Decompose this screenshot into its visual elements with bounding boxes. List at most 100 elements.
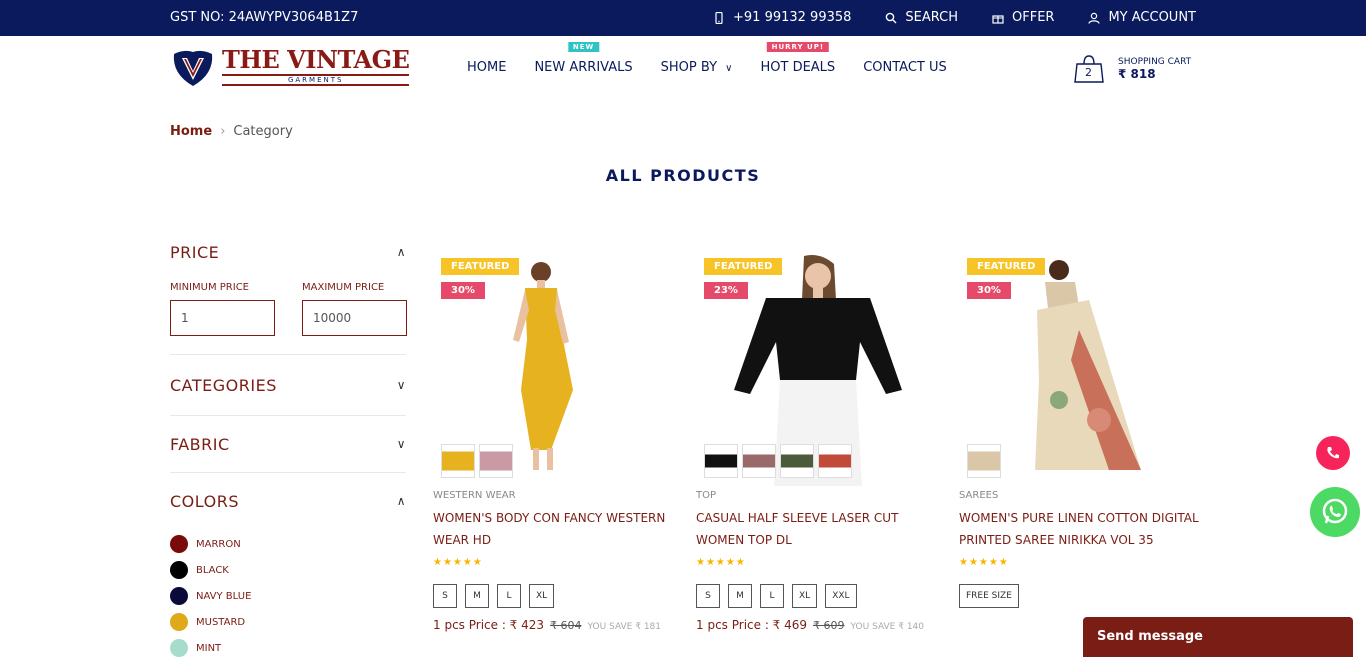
product-price: 1 pcs Price : ₹ 469 ₹ 609 YOU SAVE ₹ 140 — [696, 618, 936, 632]
min-price-label: MINIMUM PRICE — [170, 282, 249, 293]
color-option[interactable]: NAVY BLUE — [170, 583, 406, 609]
product-category: SAREES — [959, 490, 999, 501]
top-bar: GST NO: 24AWYPV3064B1Z7 +91 99132 99358 … — [0, 0, 1366, 36]
size-option[interactable]: S — [433, 584, 457, 608]
thumbnail[interactable] — [479, 444, 513, 478]
price-filter-title: PRICE — [170, 242, 220, 262]
color-name: NAVY BLUE — [196, 590, 252, 602]
thumbnail[interactable] — [441, 444, 475, 478]
nav-shop-by[interactable]: SHOP BY ∨ — [661, 60, 733, 75]
product-price: 1 pcs Price : ₹ 423 ₹ 604 YOU SAVE ₹ 181 — [433, 618, 673, 632]
nav-new-arrivals[interactable]: NEW NEW ARRIVALS — [534, 42, 633, 75]
min-price-input[interactable] — [170, 300, 275, 336]
product-name[interactable]: WOMEN'S BODY CON FANCY WESTERN WEAR HD — [433, 507, 673, 551]
product-card[interactable]: FEATURED 23% TOP CASUAL HALF SLEEVE LASE… — [696, 250, 936, 632]
price-filter: PRICE ∧ MINIMUM PRICE MAXIMUM PRICE — [170, 240, 407, 355]
nav-contact-us-label: CONTACT US — [863, 60, 947, 75]
site-logo[interactable]: THE VINTAGE GARMENTS — [170, 45, 410, 88]
product-name[interactable]: WOMEN'S PURE LINEN COTTON DIGITAL PRINTE… — [959, 507, 1199, 551]
color-swatch — [170, 639, 188, 657]
breadcrumb-separator: › — [220, 124, 226, 139]
gst-number: GST NO: 24AWYPV3064B1Z7 — [170, 10, 359, 25]
size-option[interactable]: L — [760, 584, 784, 608]
discount-badge: 30% — [967, 282, 1011, 299]
main-nav: HOME NEW NEW ARRIVALS SHOP BY ∨ HURRY UP… — [467, 42, 947, 75]
nav-shop-by-label: SHOP BY — [660, 60, 718, 75]
product-image[interactable]: FEATURED 23% — [696, 250, 936, 486]
phone-link[interactable]: +91 99132 99358 — [713, 10, 851, 25]
thumbnail[interactable] — [704, 444, 738, 478]
color-list: MARRON BLACK NAVY BLUE MUSTARD MINT — [170, 531, 406, 661]
nav-contact-us[interactable]: CONTACT US — [863, 60, 947, 75]
search-link[interactable]: SEARCH — [885, 10, 958, 25]
product-image[interactable]: FEATURED 30% — [959, 250, 1199, 486]
product-name[interactable]: CASUAL HALF SLEEVE LASER CUT WOMEN TOP D… — [696, 507, 936, 551]
size-option[interactable]: XXL — [825, 584, 857, 608]
filter-sidebar: PRICE ∧ MINIMUM PRICE MAXIMUM PRICE CATE… — [170, 240, 407, 661]
chevron-down-icon: ∨ — [396, 378, 406, 392]
nav-home[interactable]: HOME — [467, 60, 506, 75]
size-option[interactable]: M — [465, 584, 489, 608]
you-save: YOU SAVE ₹ 140 — [850, 622, 924, 632]
thumbnail[interactable] — [780, 444, 814, 478]
color-swatch — [170, 613, 188, 631]
color-thumbnails — [441, 444, 513, 478]
whatsapp-button[interactable] — [1310, 487, 1360, 537]
nav-hot-deals[interactable]: HURRY UP! HOT DEALS — [760, 42, 836, 75]
max-price-label: MAXIMUM PRICE — [302, 282, 385, 293]
product-image[interactable]: FEATURED 30% — [433, 250, 673, 486]
color-name: BLACK — [196, 564, 229, 576]
size-option[interactable]: L — [497, 584, 521, 608]
color-option[interactable]: MARRON — [170, 531, 406, 557]
fabric-filter-header[interactable]: FABRIC ∨ — [170, 432, 406, 456]
color-thumbnails — [704, 444, 852, 478]
thumbnail[interactable] — [967, 444, 1001, 478]
size-option[interactable]: M — [728, 584, 752, 608]
color-option[interactable]: MUSTARD — [170, 609, 406, 635]
product-category: TOP — [696, 490, 717, 501]
discount-badge: 30% — [441, 282, 485, 299]
call-button[interactable] — [1316, 436, 1350, 470]
chevron-up-icon: ∧ — [396, 245, 406, 259]
chevron-up-icon: ∧ — [396, 494, 406, 508]
color-name: MARRON — [196, 538, 241, 550]
logo-title: THE VINTAGE — [222, 45, 410, 74]
old-price: ₹ 604 — [550, 619, 582, 632]
breadcrumb: Home › Category — [170, 124, 293, 139]
product-card[interactable]: FEATURED 30% WESTERN WEAR WOMEN'S BODY C… — [433, 250, 673, 632]
product-card[interactable]: FEATURED 30% SAREES WOMEN'S PURE LINEN C… — [959, 250, 1199, 608]
price-filter-header[interactable]: PRICE ∧ — [170, 240, 406, 264]
thumbnail[interactable] — [818, 444, 852, 478]
rating-stars: ★★★★★ — [433, 557, 483, 568]
color-option[interactable]: BLACK — [170, 557, 406, 583]
rating-stars: ★★★★★ — [959, 557, 1009, 568]
size-option[interactable]: XL — [529, 584, 555, 608]
discount-badge: 23% — [704, 282, 748, 299]
size-options: S M L XL XXL — [696, 584, 936, 608]
max-price-input[interactable] — [302, 300, 407, 336]
color-swatch — [170, 535, 188, 553]
account-link[interactable]: MY ACCOUNT — [1088, 10, 1196, 25]
colors-filter: COLORS ∧ MARRON BLACK NAVY BLUE MUSTARD … — [170, 473, 406, 661]
nav-hot-deals-label: HOT DEALS — [760, 60, 836, 75]
thumbnail[interactable] — [742, 444, 776, 478]
user-icon — [1088, 12, 1101, 24]
rating-stars: ★★★★★ — [696, 557, 746, 568]
breadcrumb-home[interactable]: Home — [170, 124, 212, 139]
color-option[interactable]: MINT — [170, 635, 406, 661]
shopping-cart[interactable]: 2 SHOPPING CART ₹ 818 — [1074, 54, 1191, 84]
cart-amount: ₹ 818 — [1118, 67, 1156, 81]
size-option[interactable]: S — [696, 584, 720, 608]
product-category: WESTERN WEAR — [433, 490, 516, 501]
offer-link[interactable]: OFFER — [992, 10, 1054, 25]
send-message-button[interactable]: Send message — [1083, 617, 1353, 657]
size-option[interactable]: FREE SIZE — [959, 584, 1019, 608]
color-name: MINT — [196, 642, 222, 654]
color-thumbnails — [967, 444, 1001, 478]
categories-filter-header[interactable]: CATEGORIES ∨ — [170, 373, 406, 397]
nav-new-arrivals-label: NEW ARRIVALS — [534, 60, 633, 75]
featured-badge: FEATURED — [967, 258, 1046, 275]
chevron-down-icon: ∨ — [725, 63, 733, 74]
colors-filter-header[interactable]: COLORS ∧ — [170, 489, 406, 513]
size-option[interactable]: XL — [792, 584, 818, 608]
